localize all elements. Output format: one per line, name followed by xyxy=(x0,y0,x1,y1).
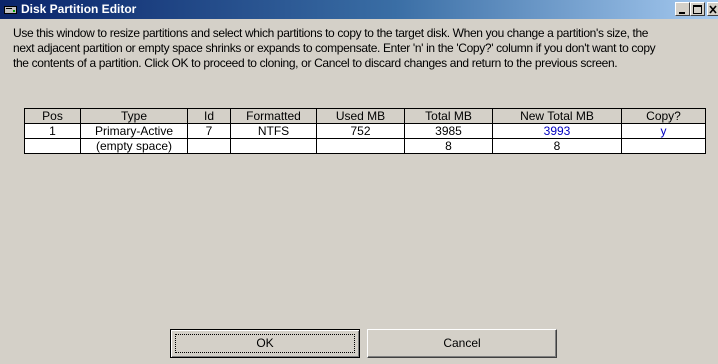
column-header-id[interactable]: Id xyxy=(187,108,231,124)
column-header-used-mb[interactable]: Used MB xyxy=(316,108,405,124)
column-header-pos[interactable]: Pos xyxy=(24,108,81,124)
close-button[interactable] xyxy=(707,2,718,16)
instructions-line: next adjacent partition or empty space s… xyxy=(13,41,656,55)
grid-header-row: Pos Type Id Formatted Used MB Total MB N… xyxy=(24,108,706,124)
table-row[interactable]: (empty space) 8 8 xyxy=(24,138,706,154)
column-header-total-mb[interactable]: Total MB xyxy=(404,108,493,124)
cell-total-mb: 3985 xyxy=(404,123,493,139)
minimize-button[interactable] xyxy=(675,2,690,16)
partition-grid: Pos Type Id Formatted Used MB Total MB N… xyxy=(24,108,706,154)
cell-used-mb: 752 xyxy=(316,123,405,139)
table-row[interactable]: 1 Primary-Active 7 NTFS 752 3985 3993 y xyxy=(24,123,706,139)
cell-pos xyxy=(24,138,81,154)
cell-copy xyxy=(621,138,706,154)
cell-type: Primary-Active xyxy=(80,123,188,139)
instructions-line: Use this window to resize partitions and… xyxy=(13,26,649,40)
cell-copy-editable[interactable]: y xyxy=(621,123,706,139)
instructions-text: Use this window to resize partitions and… xyxy=(13,26,715,71)
cell-new-total-mb-editable[interactable]: 3993 xyxy=(492,123,622,139)
minimize-icon xyxy=(679,12,685,14)
cell-id: 7 xyxy=(187,123,231,139)
cell-formatted: NTFS xyxy=(230,123,317,139)
maximize-button[interactable] xyxy=(690,2,705,16)
window-title: Disk Partition Editor xyxy=(21,2,137,16)
cell-id xyxy=(187,138,231,154)
cancel-button-label: Cancel xyxy=(443,336,481,350)
cell-total-mb: 8 xyxy=(404,138,493,154)
column-header-formatted[interactable]: Formatted xyxy=(230,108,317,124)
cell-pos: 1 xyxy=(24,123,81,139)
cell-used-mb xyxy=(316,138,405,154)
column-header-copy[interactable]: Copy? xyxy=(621,108,706,124)
cell-new-total-mb: 8 xyxy=(492,138,622,154)
disk-icon xyxy=(4,3,17,15)
disk-partition-editor-window: Disk Partition Editor Use this window to… xyxy=(0,0,718,364)
cancel-button[interactable]: Cancel xyxy=(367,329,557,358)
focus-rectangle xyxy=(175,334,355,353)
cell-type: (empty space) xyxy=(80,138,188,154)
ok-button[interactable]: OK xyxy=(170,329,360,358)
title-bar[interactable]: Disk Partition Editor xyxy=(0,0,718,19)
maximize-icon xyxy=(693,5,702,14)
column-header-new-total-mb[interactable]: New Total MB xyxy=(492,108,622,124)
column-header-type[interactable]: Type xyxy=(80,108,188,124)
close-icon xyxy=(709,5,717,14)
instructions-line: the contents of a partition. Click OK to… xyxy=(13,56,618,70)
cell-formatted xyxy=(230,138,317,154)
